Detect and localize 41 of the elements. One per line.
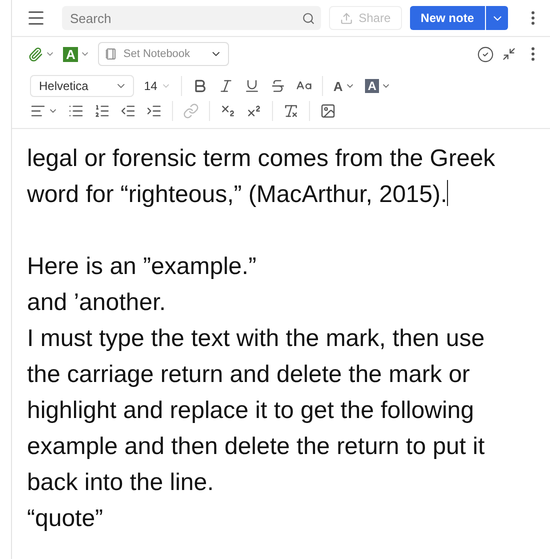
note-paragraph: legal or forensic term comes from the Greek word for “righteous,” (MacArthur, 2015). (27, 144, 496, 210)
size-select[interactable]: 14 (144, 79, 172, 93)
tag-label: A (63, 46, 78, 62)
clear-formatting-icon[interactable] (283, 103, 299, 119)
subscript-icon[interactable] (220, 103, 236, 119)
image-icon[interactable] (320, 103, 336, 119)
collapse-icon[interactable] (502, 47, 516, 61)
paperclip-icon (28, 46, 43, 62)
highlight-glyph: A (364, 79, 380, 93)
new-note-dropdown-button[interactable] (486, 6, 508, 30)
align-left-icon (30, 103, 46, 119)
font-name: Helvetica (39, 79, 88, 93)
note-paragraph: and ’another. (27, 288, 167, 318)
strikethrough-icon[interactable] (270, 78, 286, 94)
notebook-label: Set Notebook (123, 48, 190, 60)
indent-icon[interactable] (146, 103, 162, 119)
notebook-select[interactable]: Set Notebook (98, 42, 230, 66)
text-color-glyph: A (333, 78, 343, 94)
align-button[interactable] (30, 103, 58, 119)
underline-icon[interactable] (244, 78, 260, 94)
search-icon (302, 12, 315, 24)
bullet-list-icon[interactable] (68, 103, 84, 119)
outdent-icon[interactable] (120, 103, 136, 119)
notebook-icon (105, 48, 118, 60)
bold-icon[interactable] (192, 78, 208, 94)
superscript-icon[interactable] (246, 103, 262, 119)
highlight-button[interactable]: A (364, 79, 392, 93)
font-size: 14 (144, 79, 158, 93)
search-input[interactable]: Search (68, 10, 298, 26)
text-color-button[interactable]: A (333, 78, 355, 94)
upload-icon (340, 12, 353, 24)
note-paragraph: “quote” (27, 504, 104, 534)
font-select[interactable]: Helvetica (30, 75, 134, 97)
note-paragraph: Here is an ”example.” (27, 252, 258, 282)
note-paragraph: I must type the text with the mark, then use the carriage return and delete the mark or highlight and replace it to get the following example and then delete the return to put it back into the line. (27, 324, 486, 498)
check-circle-icon[interactable] (477, 46, 494, 62)
new-note-button[interactable]: New note (410, 6, 485, 30)
paperclip-button[interactable] (28, 46, 55, 62)
numbered-list-icon[interactable] (94, 103, 110, 119)
search-field[interactable]: Search (62, 6, 321, 30)
tag-button[interactable]: A (63, 46, 90, 62)
